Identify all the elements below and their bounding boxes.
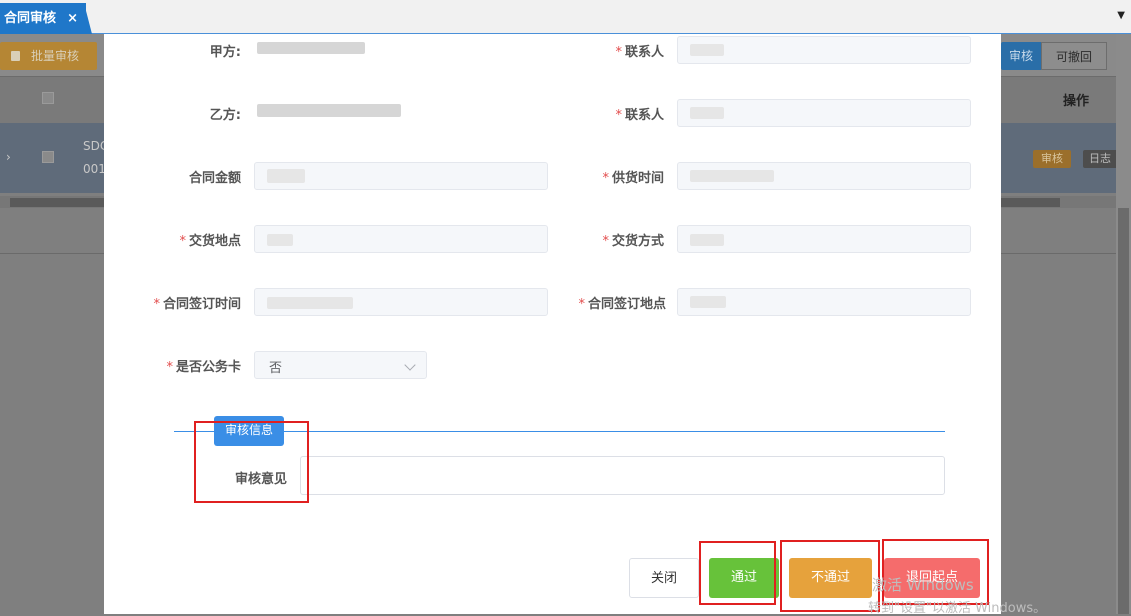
clipboard-icon [11,51,20,61]
close-icon[interactable]: × [67,3,78,34]
party-b-value-redacted [257,104,401,117]
official-card-label: * 是否公务卡 [166,360,241,375]
contact-2-value-redacted [690,107,724,119]
official-card-value: 否 [269,361,283,376]
audit-opinion-label: 审核意见 [234,472,287,487]
row-audit-tag[interactable]: 审核 [1033,150,1071,168]
contract-audit-dialog: 甲方: * 联系人 乙方: * 联系人 合同金额 * 供货时间 * 交货地点 * 交货方式… [104,34,1001,614]
dropdown-arrow-icon[interactable]: ▼ [1117,10,1125,21]
delivery-place-value-redacted [267,234,293,246]
party-a-value-redacted [257,42,365,54]
tab-title: 合同审核 [4,11,57,26]
windows-activation-watermark-line2: 转到"设置"以激活 Windows。 [868,601,1047,616]
audit-opinion-input[interactable] [300,456,945,495]
expand-row-icon[interactable]: › [6,150,11,164]
audit-info-badge: 审核信息 [214,416,284,446]
pass-button[interactable]: 通过 [709,558,779,598]
row-code-line2: 001 [83,162,106,176]
select-all-checkbox[interactable] [42,92,54,104]
sign-time-value-redacted [267,297,353,309]
page-scrollbar-thumb[interactable] [1118,208,1129,614]
delivery-place-label: * 交货地点 [179,234,241,249]
audit-section-divider [174,431,945,432]
contact-1-value-redacted [690,44,724,56]
party-b-label: 乙方: [209,108,241,123]
supply-time-label: * 供货时间 [602,171,664,186]
contact-1-field[interactable] [677,36,971,64]
sign-place-field[interactable] [677,288,971,316]
supply-time-field[interactable] [677,162,971,190]
contact-2-label: * 联系人 [615,108,664,123]
tab-contract-audit[interactable]: 合同审核 × [0,3,86,34]
amount-label: 合同金额 [188,171,241,186]
delivery-method-field[interactable] [677,225,971,253]
row-checkbox[interactable] [42,151,54,163]
reject-button[interactable]: 不通过 [789,558,872,598]
contact-2-field[interactable] [677,99,971,127]
batch-audit-label: 批量审核 [31,49,80,63]
delivery-method-label: * 交货方式 [602,234,664,249]
batch-audit-button[interactable]: 批量审核 [0,42,97,70]
sign-place-value-redacted [690,296,726,308]
delivery-method-value-redacted [690,234,724,246]
party-a-label: 甲方: [209,45,241,60]
tab-bar: 合同审核 × ▼ [0,0,1131,34]
segment-audit[interactable]: 审核 [1001,42,1041,70]
chevron-down-icon [404,359,416,371]
amount-field[interactable] [254,162,548,190]
windows-activation-watermark-line1: 激活 Windows [872,576,974,594]
delivery-place-field[interactable] [254,225,548,253]
segment-revocable[interactable]: 可撤回 [1041,42,1107,70]
amount-value-redacted [267,169,305,183]
close-button[interactable]: 关闭 [629,558,699,598]
sign-time-field[interactable] [254,288,548,316]
contact-1-label: * 联系人 [615,45,664,60]
tab-tail-decoration [84,3,92,34]
official-card-select[interactable]: 否 [254,351,427,379]
sign-place-label: * 合同签订地点 [578,297,666,312]
sign-time-label: * 合同签订时间 [153,297,241,312]
supply-time-value-redacted [690,170,774,182]
operation-column-header: 操作 [1063,94,1090,109]
